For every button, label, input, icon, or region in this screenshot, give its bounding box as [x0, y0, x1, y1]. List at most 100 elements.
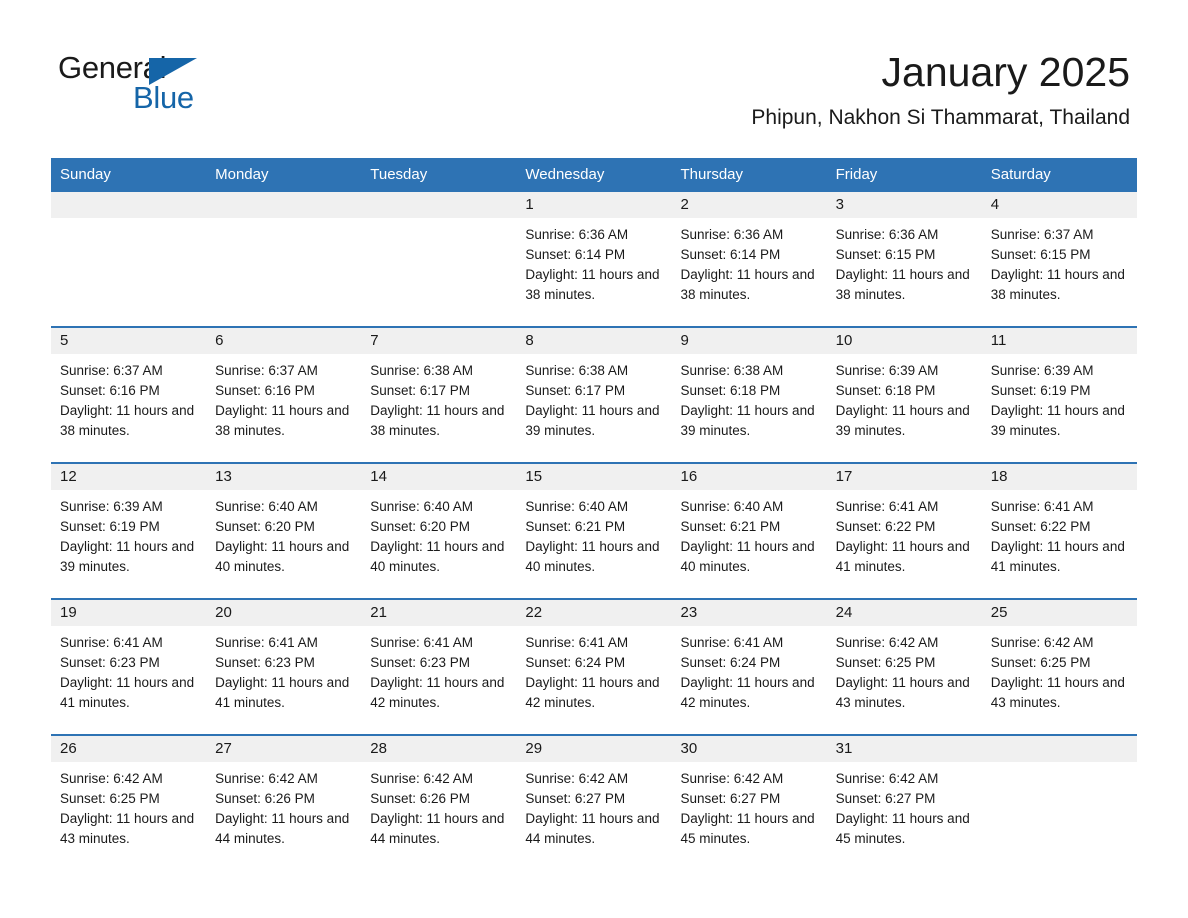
day-info: Sunrise: 6:36 AM Sunset: 6:14 PM Daylight:…	[516, 218, 671, 326]
day-number: 31	[826, 736, 982, 762]
day-cell[interactable]: 25 Sunrise: 6:42 AM Sunset: 6:25 PM Dayligh…	[981, 600, 1137, 734]
day-cell[interactable]: 15 Sunrise: 6:40 AM Sunset: 6:21 PM Dayligh…	[516, 464, 672, 598]
day-info: Sunrise: 6:40 AM Sunset: 6:21 PM Daylight:…	[672, 490, 827, 598]
day-number: 14	[361, 464, 517, 490]
day-number: 4	[981, 192, 1137, 218]
sunset-text: Sunset: 6:19 PM	[60, 519, 160, 534]
day-info: Sunrise: 6:41 AM Sunset: 6:23 PM Daylight:…	[206, 626, 361, 734]
day-number	[981, 736, 1137, 762]
sunrise-text: Sunrise: 6:42 AM	[525, 771, 629, 786]
week-inner: 19 Sunrise: 6:41 AM Sunset: 6:23 PM Dayligh…	[51, 600, 1137, 734]
day-number	[361, 192, 517, 218]
sunset-text: Sunset: 6:24 PM	[680, 655, 781, 670]
sunset-text: Sunset: 6:16 PM	[215, 383, 315, 398]
day-info: Sunrise: 6:38 AM Sunset: 6:17 PM Daylight:…	[361, 354, 516, 462]
daylight-text: Daylight: 11 hours and 45 minutes.	[680, 811, 815, 846]
day-info: Sunrise: 6:42 AM Sunset: 6:27 PM Daylight:…	[827, 762, 982, 870]
day-number: 7	[361, 328, 517, 354]
day-cell[interactable]: 14 Sunrise: 6:40 AM Sunset: 6:20 PM Dayligh…	[361, 464, 517, 598]
day-cell[interactable]: 8 Sunrise: 6:38 AM Sunset: 6:17 PM Daylight…	[516, 328, 672, 462]
sunrise-text: Sunrise: 6:41 AM	[835, 499, 939, 514]
day-cell[interactable]: 16 Sunrise: 6:40 AM Sunset: 6:21 PM Dayligh…	[671, 464, 827, 598]
sunrise-text: Sunrise: 6:41 AM	[215, 635, 318, 650]
day-cell[interactable]: 27 Sunrise: 6:42 AM Sunset: 6:26 PM Dayligh…	[206, 736, 362, 870]
day-number: 6	[206, 328, 362, 354]
day-cell[interactable]: 23 Sunrise: 6:41 AM Sunset: 6:24 PM Dayligh…	[671, 600, 827, 734]
day-cell[interactable]: 9 Sunrise: 6:38 AM Sunset: 6:18 PM Daylight…	[671, 328, 827, 462]
day-number: 28	[361, 736, 517, 762]
weekday-header-thursday: Thursday	[680, 166, 744, 183]
sunset-text: Sunset: 6:14 PM	[525, 247, 626, 262]
day-number: 18	[981, 464, 1137, 490]
day-cell[interactable]: 17 Sunrise: 6:41 AM Sunset: 6:22 PM Dayligh…	[826, 464, 982, 598]
logo-word-blue: Blue	[133, 80, 194, 115]
day-cell[interactable]: 21 Sunrise: 6:41 AM Sunset: 6:23 PM Dayligh…	[361, 600, 517, 734]
day-number: 20	[206, 600, 362, 626]
day-cell[interactable]: 30 Sunrise: 6:42 AM Sunset: 6:27 PM Dayligh…	[671, 736, 827, 870]
day-cell[interactable]: 1 Sunrise: 6:36 AM Sunset: 6:14 PM Daylight…	[516, 192, 672, 326]
daylight-text: Daylight: 11 hours and 45 minutes.	[835, 811, 970, 846]
day-cell[interactable]: 28 Sunrise: 6:42 AM Sunset: 6:26 PM Dayligh…	[361, 736, 517, 870]
sunset-text: Sunset: 6:21 PM	[680, 519, 781, 534]
day-cell[interactable]: 3 Sunrise: 6:36 AM Sunset: 6:15 PM Daylight…	[826, 192, 982, 326]
week-inner: 12 Sunrise: 6:39 AM Sunset: 6:19 PM Dayligh…	[51, 464, 1137, 598]
sunset-text: Sunset: 6:27 PM	[525, 791, 626, 806]
sunrise-text: Sunrise: 6:41 AM	[525, 635, 629, 650]
day-info: Sunrise: 6:38 AM Sunset: 6:17 PM Daylight:…	[516, 354, 671, 462]
daylight-text: Daylight: 11 hours and 40 minutes.	[525, 539, 660, 574]
day-number: 29	[516, 736, 672, 762]
general-blue-logo[interactable]: General Blue	[58, 50, 258, 120]
weekday-header-wednesday: Wednesday	[525, 166, 605, 183]
day-cell[interactable]: 22 Sunrise: 6:41 AM Sunset: 6:24 PM Dayligh…	[516, 600, 672, 734]
page-title: January 2025	[881, 49, 1130, 95]
day-cell[interactable]: 29 Sunrise: 6:42 AM Sunset: 6:27 PM Dayligh…	[516, 736, 672, 870]
daylight-text: Daylight: 11 hours and 44 minutes.	[370, 811, 505, 846]
day-info: Sunrise: 6:40 AM Sunset: 6:20 PM Daylight:…	[361, 490, 516, 598]
daylight-text: Daylight: 11 hours and 43 minutes.	[60, 811, 195, 846]
day-cell[interactable]: 19 Sunrise: 6:41 AM Sunset: 6:23 PM Dayligh…	[51, 600, 207, 734]
sunrise-text: Sunrise: 6:36 AM	[680, 227, 784, 242]
sunset-text: Sunset: 6:14 PM	[680, 247, 781, 262]
day-info: Sunrise: 6:37 AM Sunset: 6:16 PM Daylight:…	[51, 354, 206, 462]
day-number: 24	[826, 600, 982, 626]
day-cell[interactable]: 6 Sunrise: 6:37 AM Sunset: 6:16 PM Daylight…	[206, 328, 362, 462]
sunrise-text: Sunrise: 6:42 AM	[835, 635, 939, 650]
weekday-header-tuesday: Tuesday	[370, 166, 428, 183]
daylight-text: Daylight: 11 hours and 42 minutes.	[525, 675, 660, 710]
day-cell[interactable]: 31 Sunrise: 6:42 AM Sunset: 6:27 PM Dayligh…	[826, 736, 982, 870]
daylight-text: Daylight: 11 hours and 39 minutes.	[835, 403, 970, 438]
sunrise-text: Sunrise: 6:42 AM	[60, 771, 163, 786]
day-info: Sunrise: 6:40 AM Sunset: 6:21 PM Daylight:…	[516, 490, 671, 598]
day-cell[interactable]: 7 Sunrise: 6:38 AM Sunset: 6:17 PM Daylight…	[361, 328, 517, 462]
title-block: January 2025 Phipun, Nakhon Si Thammarat…	[751, 48, 1130, 131]
day-info: Sunrise: 6:39 AM Sunset: 6:19 PM Daylight:…	[51, 490, 206, 598]
calendar-week-row: 26 Sunrise: 6:42 AM Sunset: 6:25 PM Dayligh…	[51, 734, 1137, 870]
day-number: 10	[826, 328, 982, 354]
day-cell[interactable]: 5 Sunrise: 6:37 AM Sunset: 6:16 PM Daylight…	[51, 328, 207, 462]
sunrise-text: Sunrise: 6:38 AM	[680, 363, 784, 378]
day-number: 25	[981, 600, 1137, 626]
sunset-text: Sunset: 6:15 PM	[835, 247, 936, 262]
day-info: Sunrise: 6:42 AM Sunset: 6:25 PM Daylight:…	[51, 762, 206, 870]
sunset-text: Sunset: 6:15 PM	[990, 247, 1091, 262]
sunrise-text: Sunrise: 6:36 AM	[525, 227, 629, 242]
daylight-text: Daylight: 11 hours and 38 minutes.	[680, 267, 815, 302]
day-cell[interactable]: 18 Sunrise: 6:41 AM Sunset: 6:22 PM Dayligh…	[981, 464, 1137, 598]
day-cell[interactable]: 13 Sunrise: 6:40 AM Sunset: 6:20 PM Dayligh…	[206, 464, 362, 598]
day-cell[interactable]: 20 Sunrise: 6:41 AM Sunset: 6:23 PM Dayligh…	[206, 600, 362, 734]
day-cell[interactable]: 10 Sunrise: 6:39 AM Sunset: 6:18 PM Dayligh…	[826, 328, 982, 462]
daylight-text: Daylight: 11 hours and 40 minutes.	[215, 539, 350, 574]
daylight-text: Daylight: 11 hours and 43 minutes.	[835, 675, 970, 710]
day-cell[interactable]: 26 Sunrise: 6:42 AM Sunset: 6:25 PM Dayligh…	[51, 736, 207, 870]
day-number: 19	[51, 600, 207, 626]
day-cell[interactable]: 24 Sunrise: 6:42 AM Sunset: 6:25 PM Dayligh…	[826, 600, 982, 734]
sunset-text: Sunset: 6:21 PM	[525, 519, 626, 534]
day-info: Sunrise: 6:36 AM Sunset: 6:14 PM Daylight:…	[672, 218, 827, 326]
daylight-text: Daylight: 11 hours and 41 minutes.	[990, 539, 1125, 574]
sunrise-text: Sunrise: 6:38 AM	[370, 363, 474, 378]
day-cell[interactable]: 4 Sunrise: 6:37 AM Sunset: 6:15 PM Daylight…	[981, 192, 1137, 326]
day-cell[interactable]: 12 Sunrise: 6:39 AM Sunset: 6:19 PM Dayligh…	[51, 464, 207, 598]
day-number: 3	[826, 192, 982, 218]
day-cell[interactable]: 2 Sunrise: 6:36 AM Sunset: 6:14 PM Daylight…	[671, 192, 827, 326]
day-cell[interactable]: 11 Sunrise: 6:39 AM Sunset: 6:19 PM Dayligh…	[981, 328, 1137, 462]
